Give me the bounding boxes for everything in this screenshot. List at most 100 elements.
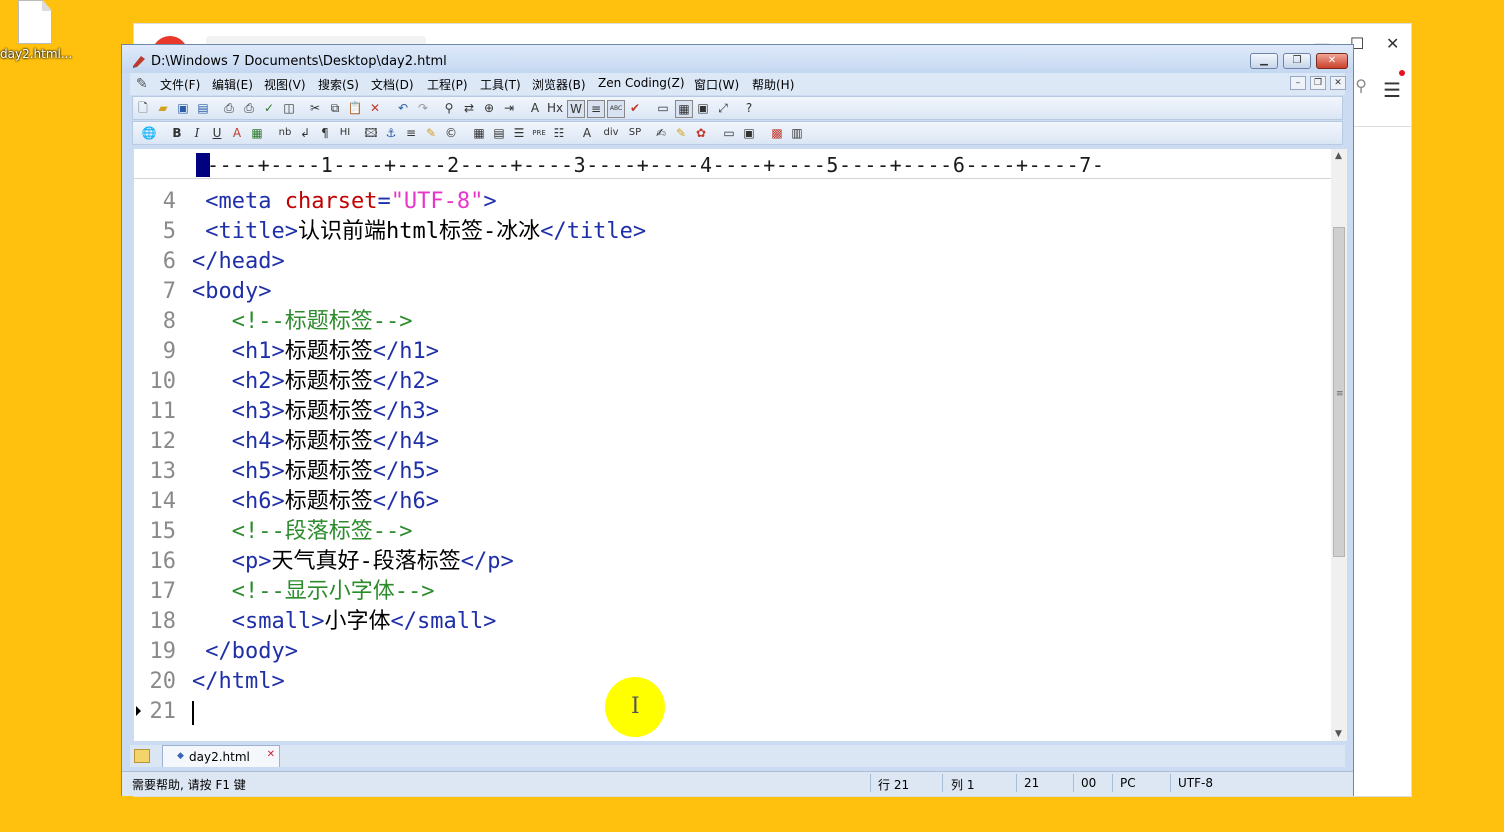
redo-icon[interactable]: ↷ — [415, 100, 431, 116]
image-icon[interactable]: 🖾 — [363, 125, 379, 141]
print-preview-icon[interactable]: ⎙ — [221, 100, 237, 116]
nbsp-icon[interactable]: nb — [277, 125, 293, 141]
word-wrap-icon[interactable]: W — [567, 100, 585, 118]
new-file-icon[interactable]: 🗋 — [135, 100, 151, 116]
tab-close-icon[interactable]: ✕ — [267, 749, 275, 760]
code-token-val: "UTF-8" — [390, 189, 484, 214]
menu-search[interactable]: 搜索(S) — [318, 76, 359, 93]
scroll-grip-icon: ≡ — [1336, 389, 1344, 399]
desktop-file-icon[interactable]: day2.html... — [0, 0, 72, 70]
scroll-down-icon[interactable]: ▼ — [1335, 729, 1342, 739]
italic-icon[interactable]: I — [189, 125, 205, 141]
browser-preview-icon[interactable]: ◫ — [281, 100, 297, 116]
menu-tools[interactable]: 工具(T) — [480, 76, 521, 93]
vertical-scrollbar[interactable]: ▲ ≡ ▼ — [1331, 149, 1347, 741]
undo-icon[interactable]: ↶ — [395, 100, 411, 116]
style-icon[interactable]: ✿ — [693, 125, 709, 141]
underline-icon[interactable]: U — [209, 125, 225, 141]
search-icon[interactable]: ⚲ — [1355, 76, 1367, 95]
paragraph-icon[interactable]: ¶ — [317, 125, 333, 141]
goto-line-icon[interactable]: ⇥ — [501, 100, 517, 116]
open-folder-icon[interactable]: ▰ — [155, 100, 171, 116]
comment-icon[interactable]: © — [443, 125, 459, 141]
replace-icon[interactable]: ⇄ — [461, 100, 477, 116]
title-bar[interactable]: D:\Windows 7 Documents\Desktop\day2.html… — [122, 45, 1353, 73]
object-icon[interactable]: ▩ — [769, 125, 785, 141]
div-icon[interactable]: div — [599, 125, 623, 141]
center-icon[interactable]: ☰ — [511, 125, 527, 141]
folder-icon[interactable] — [134, 749, 150, 763]
doc-restore-button[interactable]: ❐ — [1310, 76, 1326, 90]
menu-browser[interactable]: 浏览器(B) — [532, 76, 586, 93]
form-icon[interactable]: ✍ — [653, 125, 669, 141]
file-tab-day2[interactable]: ◆ day2.html ✕ — [162, 745, 280, 767]
menu-document[interactable]: 文档(D) — [371, 76, 414, 93]
color-picker-icon[interactable]: ▦ — [249, 125, 265, 141]
spellcheck-icon[interactable]: ✓ — [261, 100, 277, 116]
window-close-button[interactable]: ✕ — [1316, 53, 1348, 69]
iframe-icon[interactable]: ▣ — [741, 125, 757, 141]
window-minimize-button[interactable]: ▁ — [1250, 53, 1278, 69]
properties-icon[interactable]: ▥ — [789, 125, 805, 141]
copy-icon[interactable]: ⧉ — [327, 100, 343, 116]
table-icon[interactable]: ▦ — [471, 125, 487, 141]
line-code: <body> — [192, 277, 271, 307]
list-icon[interactable]: ☷ — [551, 125, 567, 141]
find-in-files-icon[interactable]: ⊕ — [481, 100, 497, 116]
bold-icon[interactable]: B — [169, 125, 185, 141]
marker-icon[interactable]: ✎ — [423, 125, 439, 141]
code-editor[interactable]: 4 <meta charset="UTF-8"> 5 <title>认识前端htm… — [134, 179, 1331, 741]
directory-window-icon[interactable]: ▭ — [655, 100, 671, 116]
line-number: 17 — [149, 579, 177, 604]
line-number: 15 — [149, 519, 177, 544]
menu-help[interactable]: 帮助(H) — [752, 76, 794, 93]
code-token-txt: 小字体 — [324, 609, 391, 634]
find-icon[interactable]: ⚲ — [441, 100, 457, 116]
output-window-icon[interactable]: ▦ — [675, 100, 693, 118]
line-code: <!--标题标签--> — [192, 307, 413, 337]
menu-zen-coding[interactable]: Zen Coding(Z) — [598, 76, 685, 90]
line-number: 5 — [162, 219, 176, 244]
menu-file[interactable]: 文件(F) — [160, 76, 200, 93]
globe-icon[interactable]: 🌐 — [141, 125, 157, 141]
scroll-up-icon[interactable]: ▲ — [1335, 151, 1342, 161]
pre-icon[interactable]: PRE — [531, 125, 547, 141]
delete-icon[interactable]: ✕ — [367, 100, 383, 116]
cut-icon[interactable]: ✂ — [307, 100, 323, 116]
code-token-tag: </h1> — [372, 339, 439, 364]
script-icon[interactable]: ✎ — [673, 125, 689, 141]
span-icon[interactable]: SP — [627, 125, 643, 141]
fullscreen-icon[interactable]: ⤢ — [715, 100, 731, 116]
font-tag-icon[interactable]: A — [579, 125, 595, 141]
close-icon[interactable]: ✕ — [1386, 34, 1399, 53]
cliptext-icon[interactable]: ▣ — [695, 100, 711, 116]
hx-icon[interactable]: Hx — [547, 100, 563, 116]
help-pointer-icon[interactable]: ? — [741, 100, 757, 116]
table-row-icon[interactable]: ▤ — [491, 125, 507, 141]
save-all-icon[interactable]: ▤ — [195, 100, 211, 116]
menu-view[interactable]: 视图(V) — [264, 76, 306, 93]
check-icon[interactable]: ✔ — [627, 100, 643, 116]
frame-icon[interactable]: ▭ — [721, 125, 737, 141]
print-icon[interactable]: ⎙ — [241, 100, 257, 116]
menu-edit[interactable]: 编辑(E) — [212, 76, 253, 93]
font-icon[interactable]: A — [527, 100, 543, 116]
paste-icon[interactable]: 📋 — [347, 100, 363, 116]
horizontal-rule-icon[interactable]: HI — [337, 125, 353, 141]
menu-project[interactable]: 工程(P) — [427, 76, 468, 93]
menu-icon[interactable]: ☰ — [1383, 78, 1401, 102]
window-restore-button[interactable]: ❐ — [1283, 53, 1311, 69]
doc-close-button[interactable]: ✕ — [1330, 76, 1346, 90]
line-break-icon[interactable]: ↲ — [297, 125, 313, 141]
line-code: <h2>标题标签</h2> — [192, 367, 439, 397]
anchor-icon[interactable]: ⚓ — [383, 125, 399, 141]
line-number-icon[interactable]: ≡ — [587, 100, 605, 118]
font-color-icon[interactable]: A — [229, 125, 245, 141]
line-code: <h5>标题标签</h5> — [192, 457, 439, 487]
save-icon[interactable]: ▣ — [175, 100, 191, 116]
align-icon[interactable]: ≡ — [403, 125, 419, 141]
menu-window[interactable]: 窗口(W) — [694, 76, 739, 93]
code-token-tag: <p> — [192, 549, 272, 574]
ruler-icon[interactable]: ABC — [607, 100, 625, 118]
doc-minimize-button[interactable]: – — [1290, 76, 1306, 90]
